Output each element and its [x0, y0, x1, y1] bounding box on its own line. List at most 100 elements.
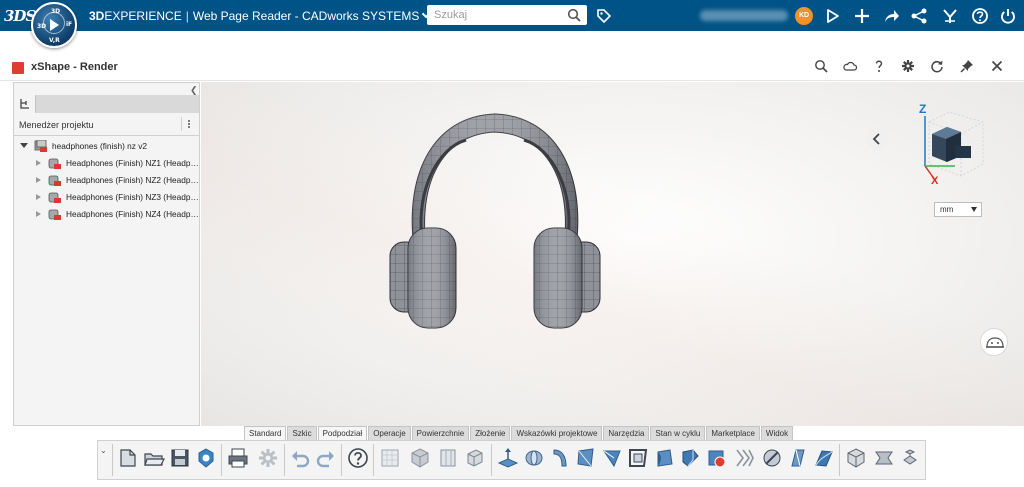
tree-item[interactable]: Headphones (Finish) NZ1 (Headp…	[34, 156, 198, 171]
save-all-icon[interactable]	[194, 446, 218, 470]
box-icon[interactable]	[408, 446, 432, 470]
loft-icon[interactable]	[574, 446, 598, 470]
compass-play-icon[interactable]	[50, 19, 59, 31]
view-cube-icon[interactable]	[462, 446, 486, 470]
undo-icon[interactable]	[288, 446, 312, 470]
network-share-icon[interactable]	[910, 7, 928, 25]
toolbar-separator	[221, 444, 222, 476]
3d-viewport[interactable]	[201, 82, 1024, 426]
help-icon[interactable]	[971, 7, 989, 25]
user-name-blurred[interactable]	[700, 10, 788, 21]
tree-item-root[interactable]: headphones (finish) nz v2	[20, 139, 198, 154]
expand-arrow-icon[interactable]	[36, 211, 41, 217]
toolbar-collapse-chevron-icon[interactable]: ⌄	[100, 446, 107, 455]
tab-wskazowki-projektowe[interactable]: Wskazówki projektowe	[511, 426, 603, 440]
tab-operacje[interactable]: Operacje	[368, 426, 411, 440]
shell-icon[interactable]	[626, 446, 650, 470]
share-feedback-icon[interactable]	[824, 7, 842, 25]
panel-tab-strip	[14, 95, 199, 113]
explode-icon[interactable]	[898, 446, 922, 470]
tab-narzedzia[interactable]: Narzędzia	[603, 426, 650, 440]
expand-arrow-icon[interactable]	[36, 194, 41, 200]
fillet-icon[interactable]	[600, 446, 624, 470]
view-cube[interactable]: Z X	[915, 100, 987, 186]
redo-icon[interactable]	[314, 446, 338, 470]
project-manager-panel: ❮ Menedżer projektu headphones (finish) …	[13, 82, 200, 426]
mate-icon[interactable]	[872, 446, 896, 470]
divider	[14, 135, 199, 136]
top-bar: 3DS 3DEXPERIENCE | Web Page Reader - CADwo…	[0, 0, 1024, 31]
compass-quadrant-right[interactable]: iF	[66, 21, 72, 28]
tab-stan-w-cyklu[interactable]: Stan w cyklu	[650, 426, 706, 440]
close-icon[interactable]	[990, 59, 1004, 73]
search-icon[interactable]	[814, 59, 828, 73]
cloud-icon[interactable]	[843, 59, 857, 73]
settings-gear-icon[interactable]	[901, 59, 915, 73]
toolbar-separator	[491, 444, 492, 476]
compass-quadrant-left[interactable]: 3D	[37, 23, 46, 30]
expand-arrow-icon[interactable]	[36, 177, 41, 183]
part-node-icon	[48, 175, 61, 186]
revolve-icon[interactable]	[522, 446, 546, 470]
tab-marketplace[interactable]: Marketplace	[706, 426, 760, 440]
refresh-icon[interactable]	[930, 59, 944, 73]
help-icon[interactable]	[872, 59, 886, 73]
help-circle-icon[interactable]	[346, 446, 370, 470]
kebab-menu-icon[interactable]	[181, 117, 195, 131]
save-icon[interactable]	[168, 446, 192, 470]
print-icon[interactable]	[226, 446, 250, 470]
tree-structure-icon	[20, 99, 29, 109]
compass-quadrant-top[interactable]: 3D	[51, 8, 60, 15]
3d-compass[interactable]: 3D 3D iF V,R	[31, 2, 77, 48]
compass-quadrant-bottom[interactable]: V,R	[49, 37, 60, 44]
tab-zlozenie[interactable]: Złożenie	[470, 426, 511, 440]
plus-icon[interactable]	[853, 7, 871, 25]
extrude-icon[interactable]	[496, 446, 520, 470]
options-gear-icon[interactable]	[256, 446, 280, 470]
tree-item[interactable]: Headphones (Finish) NZ2 (Headp…	[34, 173, 198, 188]
apps-compass-icon[interactable]	[941, 7, 959, 25]
tab-widok[interactable]: Widok	[760, 426, 794, 440]
expand-arrow-icon[interactable]	[20, 143, 28, 148]
tab-tree[interactable]	[14, 95, 36, 113]
dassault-logo-icon[interactable]: 3DS	[4, 7, 36, 25]
mirror-icon[interactable]	[704, 446, 728, 470]
tab-szkic[interactable]: Szkic	[287, 426, 317, 440]
view-nav-left-button[interactable]	[866, 128, 888, 150]
assembly-icon[interactable]	[844, 446, 868, 470]
headphones-3d-model[interactable]	[386, 110, 604, 334]
new-icon[interactable]	[116, 446, 140, 470]
unit-select[interactable]: mm	[934, 202, 982, 217]
sweep-icon[interactable]	[548, 446, 572, 470]
power-icon[interactable]	[999, 7, 1017, 25]
tree-item[interactable]: Headphones (Finish) NZ3 (Headp…	[34, 190, 198, 205]
part-node-icon	[48, 209, 61, 220]
tab-standard[interactable]: Standard	[244, 426, 287, 440]
draft-icon[interactable]	[652, 446, 676, 470]
expand-arrow-icon[interactable]	[36, 160, 41, 166]
command-tabs: Standard Szkic Podpodział Operacje Powie…	[244, 426, 794, 440]
intersect-icon[interactable]	[760, 446, 784, 470]
sketch-grid-icon[interactable]	[378, 446, 402, 470]
search-input[interactable]	[427, 5, 563, 25]
compass-widget[interactable]	[980, 328, 1008, 356]
search-icon[interactable]	[567, 8, 581, 22]
dropdown-arrow-icon	[971, 207, 977, 212]
tree-item[interactable]: Headphones (Finish) NZ4 (Headp…	[34, 207, 198, 222]
pin-icon[interactable]	[960, 59, 974, 73]
avatar[interactable]: KD	[795, 7, 813, 25]
split-icon[interactable]	[732, 446, 756, 470]
grid-plane-icon[interactable]	[436, 446, 460, 470]
tab-powierzchnie[interactable]: Powierzchnie	[411, 426, 470, 440]
tree-item-label: Headphones (Finish) NZ3 (Headp…	[66, 192, 198, 202]
open-icon[interactable]	[142, 446, 166, 470]
tab-podpodzial[interactable]: Podpodział	[317, 426, 368, 440]
chevron-left-icon	[872, 133, 880, 145]
wrap-icon[interactable]	[812, 446, 836, 470]
chamfer-icon[interactable]	[678, 446, 702, 470]
brand-title[interactable]: 3DEXPERIENCE | Web Page Reader - CADworks …	[89, 9, 431, 23]
command-toolbar: ⌄	[97, 440, 926, 480]
tag-icon[interactable]	[596, 8, 612, 24]
thicken-icon[interactable]	[786, 446, 810, 470]
share-arrow-icon[interactable]	[882, 7, 900, 25]
